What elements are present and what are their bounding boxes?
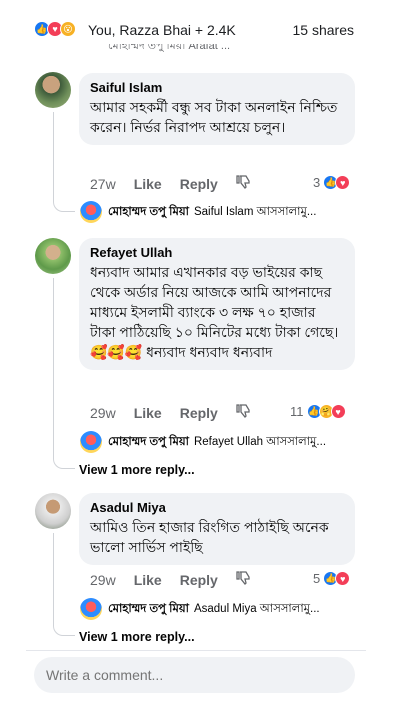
comment-text: আমার সহকর্মী বন্ধু সব টাকা অনলাইন নিশ্চি…	[90, 99, 338, 135]
thumbs-down-icon[interactable]	[236, 403, 252, 422]
reply-text: Asadul Miya আসসালামু...	[193, 602, 320, 615]
comment-input[interactable]	[34, 657, 355, 693]
comment-author[interactable]: Asadul Miya	[90, 500, 344, 515]
avatar[interactable]	[80, 201, 102, 223]
like-button[interactable]: Like	[134, 572, 162, 588]
reaction-count[interactable]: 11 👍 🤗 ♥	[290, 404, 346, 419]
avatar[interactable]	[35, 238, 71, 274]
comment-actions: 29w Like Reply	[90, 570, 270, 589]
avatar[interactable]	[35, 493, 71, 529]
comment-bubble[interactable]: Asadul Miya আমিও তিন হাজার রিংগিত পাঠাইছ…	[79, 493, 355, 565]
comment-actions: 29w Like Reply	[90, 403, 270, 422]
comment-time[interactable]: 29w	[90, 405, 116, 421]
avatar[interactable]	[80, 598, 102, 620]
reply-preview[interactable]: মোহাম্মদ তপু মিয়া Asadul Miya আসসালামু.…	[80, 598, 320, 620]
comment-author[interactable]: Saiful Islam	[90, 80, 344, 95]
reaction-icons[interactable]: 👍 ♥ 😮	[34, 21, 76, 37]
reaction-count[interactable]: 5 👍 ♥	[313, 571, 351, 586]
comment-author[interactable]: Refayet Ullah	[90, 245, 344, 260]
thread-line	[53, 533, 75, 636]
shares-count[interactable]: 15 shares	[293, 22, 354, 38]
comment-text: আমিও তিন হাজার রিংগিত পাঠাইছি অনেক ভালো …	[90, 519, 329, 555]
love-reaction-icon: ♥	[335, 571, 351, 586]
reply-author[interactable]: মোহাম্মদ তপু মিয়া	[108, 203, 189, 222]
love-reaction-icon: ♥	[330, 404, 346, 419]
love-reaction-icon: ♥	[335, 175, 351, 190]
avatar[interactable]	[80, 431, 102, 453]
thumbs-down-icon[interactable]	[236, 570, 252, 589]
reaction-count[interactable]: 3 👍 ♥	[313, 175, 351, 190]
thread-line	[53, 278, 75, 469]
comment-bubble[interactable]: Refayet Ullah ধন্যবাদ আমার এখানকার বড় ভ…	[79, 238, 355, 370]
cut-off-reply: মোহাম্মদ তপু মিয়া Arafat ...	[108, 44, 231, 52]
reaction-count-number: 3	[313, 175, 321, 190]
like-button[interactable]: Like	[134, 405, 162, 421]
reply-preview[interactable]: মোহাম্মদ তপু মিয়া Saiful Islam আসসালামু…	[80, 201, 316, 223]
thread-line	[53, 112, 75, 212]
avatar[interactable]	[35, 72, 71, 108]
comment-time[interactable]: 29w	[90, 572, 116, 588]
reply-author[interactable]: মোহাম্মদ তপু মিয়া	[108, 600, 189, 619]
comment-time[interactable]: 27w	[90, 176, 116, 192]
view-more-replies[interactable]: View 1 more reply...	[79, 463, 195, 477]
reaction-count-number: 11	[290, 404, 304, 419]
reply-button[interactable]: Reply	[180, 572, 218, 588]
thumbs-down-icon[interactable]	[236, 174, 252, 193]
wow-reaction-icon: 😮	[60, 21, 76, 37]
reactions-summary[interactable]: You, Razza Bhai + 2.4K	[88, 22, 236, 38]
divider	[26, 650, 366, 651]
reply-text: Saiful Islam আসসালামু...	[193, 205, 317, 218]
like-button[interactable]: Like	[134, 176, 162, 192]
comment-actions: 27w Like Reply	[90, 174, 270, 193]
post-header: 👍 ♥ 😮 You, Razza Bhai + 2.4K 15 shares ম…	[0, 0, 400, 52]
view-more-replies[interactable]: View 1 more reply...	[79, 630, 195, 644]
comment-text: ধন্যবাদ আমার এখানকার বড় ভাইয়ের কাছ থেক…	[90, 264, 339, 360]
reply-preview[interactable]: মোহাম্মদ তপু মিয়া Refayet Ullah আসসালাম…	[80, 431, 326, 453]
reply-text: Refayet Ullah আসসালামু...	[193, 435, 327, 448]
reply-button[interactable]: Reply	[180, 176, 218, 192]
reply-button[interactable]: Reply	[180, 405, 218, 421]
reaction-count-number: 5	[313, 571, 321, 586]
comment-bubble[interactable]: Saiful Islam আমার সহকর্মী বন্ধু সব টাকা …	[79, 73, 355, 145]
reply-author[interactable]: মোহাম্মদ তপু মিয়া	[108, 433, 189, 452]
